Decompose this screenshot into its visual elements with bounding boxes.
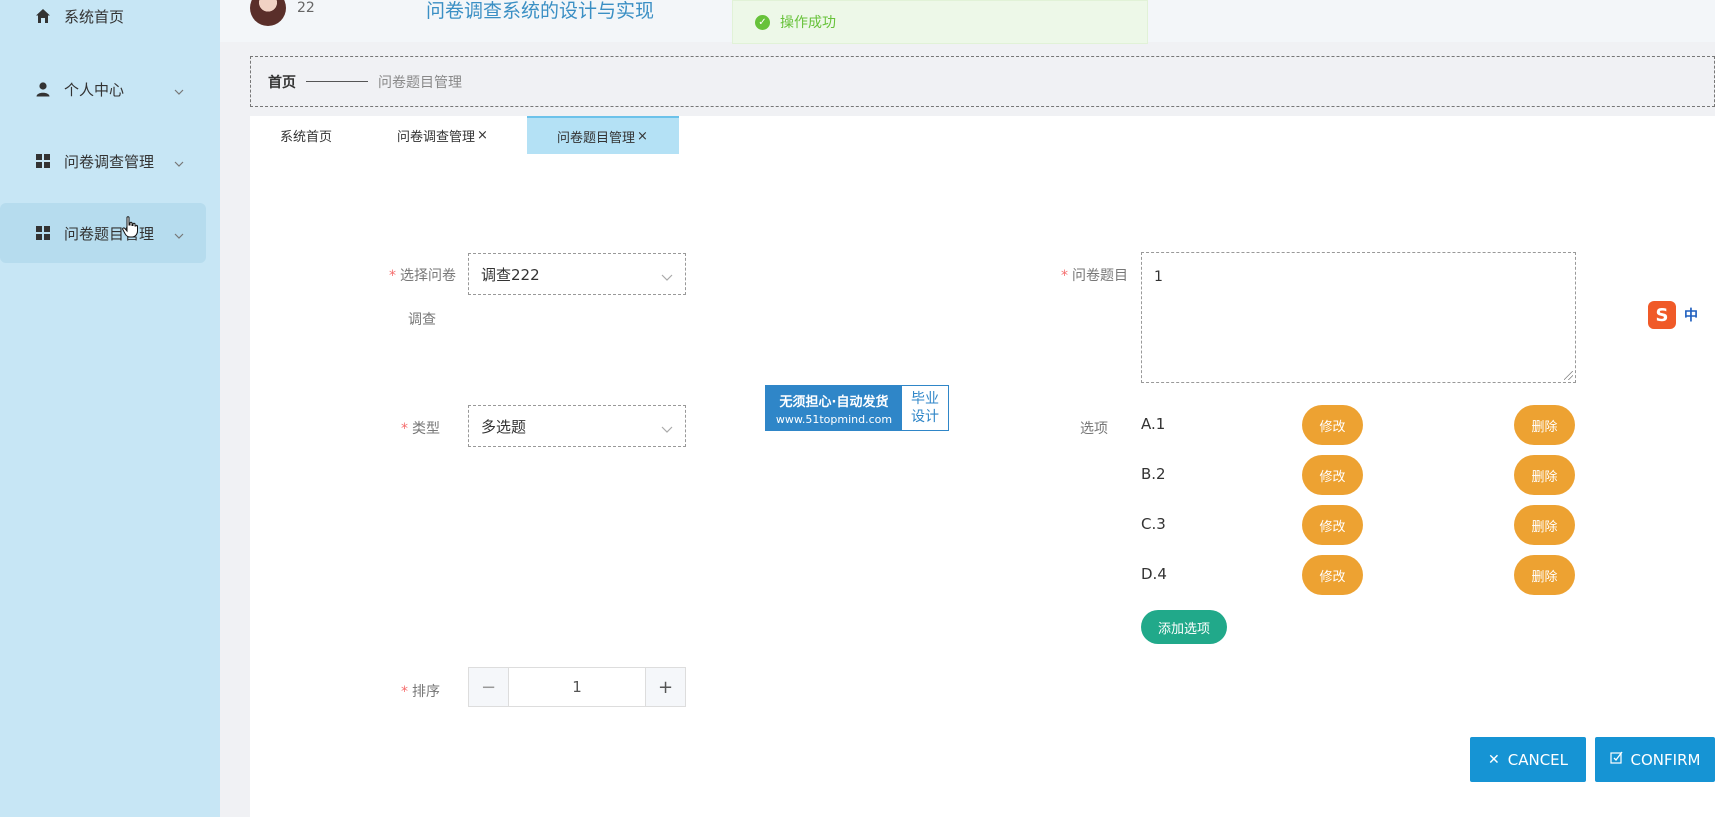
resize-handle-icon[interactable]	[1564, 371, 1573, 380]
chevron-down-icon	[174, 225, 184, 244]
watermark-right1: 毕业	[911, 391, 939, 407]
delete-option-button[interactable]: 删除	[1514, 455, 1575, 495]
top-header: 22 问卷调查系统的设计与实现 ✓ 操作成功	[220, 0, 1715, 44]
minus-icon[interactable]: −	[469, 668, 509, 706]
question-label: * 问卷题目	[1040, 265, 1128, 285]
delete-option-button[interactable]: 删除	[1514, 555, 1575, 595]
chevron-down-icon	[661, 420, 673, 438]
check-circle-icon: ✓	[755, 14, 770, 30]
survey-select-label-line2: 调查	[408, 312, 436, 328]
avatar[interactable]	[250, 0, 286, 26]
sort-value[interactable]: 1	[509, 668, 645, 706]
options-label: 选项	[1080, 421, 1108, 437]
edit-option-button[interactable]: 修改	[1302, 555, 1363, 595]
close-icon: ✕	[1488, 751, 1500, 768]
user-name: 22	[297, 0, 315, 16]
tab-question-management[interactable]: 问卷题目管理 ×	[527, 116, 679, 154]
tab-home[interactable]: 系统首页	[250, 116, 369, 154]
toast-message: 操作成功	[780, 15, 836, 31]
grid-icon	[34, 224, 52, 242]
label-text: 选择问卷	[400, 268, 456, 284]
ime-language[interactable]: 中	[1684, 305, 1698, 325]
breadcrumb-separator	[306, 81, 368, 82]
sogou-logo-icon: S	[1648, 301, 1676, 329]
sort-label: * 排序	[370, 681, 440, 701]
sidebar-item-personal-center[interactable]: 个人中心	[0, 59, 206, 119]
confirm-label: CONFIRM	[1630, 750, 1701, 769]
plus-icon[interactable]: +	[645, 668, 685, 706]
sidebar-item-home[interactable]: 系统首页	[0, 0, 206, 46]
tab-bar: 系统首页 问卷调查管理 × 问卷题目管理 ×	[250, 116, 679, 154]
type-label: * 类型	[370, 418, 440, 438]
question-text: 1	[1154, 269, 1163, 285]
system-title: 问卷调查系统的设计与实现	[426, 0, 655, 22]
survey-select[interactable]: 调查222	[468, 253, 686, 295]
watermark-banner: 无须担心·自动发货 www.51topmind.com 毕业 设计	[765, 385, 949, 431]
tab-label: 问卷题目管理	[557, 130, 636, 146]
required-mark: *	[1061, 268, 1068, 284]
edit-option-button[interactable]: 修改	[1302, 455, 1363, 495]
chevron-down-icon	[174, 153, 184, 172]
cancel-label: CANCEL	[1507, 750, 1568, 769]
edit-check-icon	[1609, 751, 1623, 768]
close-icon[interactable]: ×	[637, 129, 648, 144]
cancel-button[interactable]: ✕ CANCEL	[1470, 737, 1586, 782]
option-text: B.2	[1141, 465, 1166, 483]
sidebar-item-label: 个人中心	[64, 80, 125, 99]
tab-survey-management[interactable]: 问卷调查管理 ×	[369, 116, 527, 154]
edit-option-button[interactable]: 修改	[1302, 505, 1363, 545]
required-mark: *	[401, 684, 408, 700]
confirm-button[interactable]: CONFIRM	[1595, 737, 1715, 782]
option-text: A.1	[1141, 415, 1166, 433]
watermark-right2: 设计	[911, 409, 939, 425]
tab-label: 问卷调查管理	[397, 129, 476, 145]
sort-stepper[interactable]: − 1 +	[468, 667, 686, 707]
user-icon	[34, 80, 52, 98]
required-mark: *	[401, 421, 408, 437]
watermark-line1: 无须担心·自动发货	[779, 394, 889, 410]
survey-select-value: 调查222	[481, 265, 540, 284]
chevron-down-icon	[661, 268, 673, 286]
type-select[interactable]: 多选题	[468, 405, 686, 447]
watermark-line2: www.51topmind.com	[775, 412, 893, 426]
required-mark: *	[389, 268, 396, 284]
breadcrumb-current: 问卷题目管理	[378, 74, 462, 91]
grid-icon	[34, 152, 52, 170]
sidebar-item-label: 问卷调查管理	[64, 152, 155, 171]
label-text: 问卷题目	[1072, 268, 1128, 284]
home-icon	[34, 7, 52, 25]
watermark-left: 无须担心·自动发货 www.51topmind.com	[766, 386, 902, 430]
tab-label: 系统首页	[280, 129, 333, 145]
add-option-button[interactable]: 添加选项	[1141, 610, 1227, 644]
sidebar: 系统首页 个人中心 问卷调查管理 问卷题目管理	[0, 0, 220, 817]
delete-option-button[interactable]: 删除	[1514, 405, 1575, 445]
edit-option-button[interactable]: 修改	[1302, 405, 1363, 445]
sidebar-item-survey-management[interactable]: 问卷调查管理	[0, 131, 206, 191]
chevron-down-icon	[174, 81, 184, 100]
success-toast: ✓ 操作成功	[732, 0, 1148, 44]
question-textarea[interactable]: 1	[1141, 252, 1576, 383]
label-text: 排序	[412, 684, 440, 700]
main-content: 系统首页 问卷调查管理 × 问卷题目管理 ×	[250, 116, 1715, 817]
sidebar-item-label: 系统首页	[64, 7, 125, 26]
close-icon[interactable]: ×	[477, 128, 488, 143]
hand-cursor-icon	[122, 216, 138, 242]
type-select-value: 多选题	[481, 417, 527, 436]
option-text: D.4	[1141, 565, 1167, 583]
delete-option-button[interactable]: 删除	[1514, 505, 1575, 545]
ime-toolbar[interactable]: S 中	[1648, 300, 1715, 330]
breadcrumb-home[interactable]: 首页	[268, 72, 296, 92]
sidebar-item-question-management[interactable]: 问卷题目管理	[0, 203, 206, 263]
sidebar-item-label: 问卷题目管理	[64, 224, 155, 243]
label-text: 类型	[412, 421, 440, 437]
survey-select-label: * 选择问卷	[370, 265, 456, 285]
option-text: C.3	[1141, 515, 1166, 533]
breadcrumb: 首页 问卷题目管理	[250, 56, 1715, 107]
watermark-right: 毕业 设计	[902, 386, 948, 430]
